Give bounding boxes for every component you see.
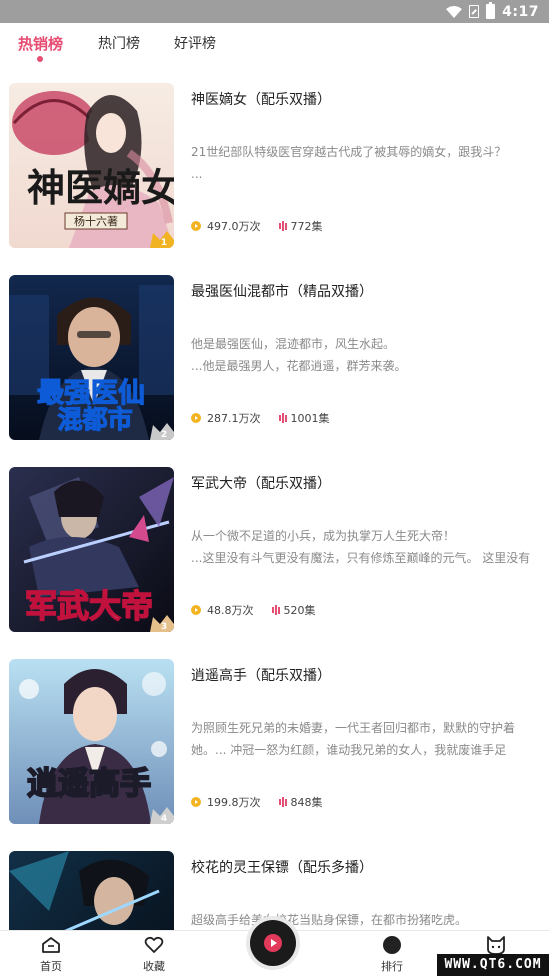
cover-art: 神医嫡女 杨十六著 1 (9, 83, 174, 248)
status-bar: 4:17 (0, 0, 549, 23)
book-title[interactable]: 最强医仙混都市（精品双播） (191, 281, 373, 301)
book-cover[interactable] (9, 851, 174, 930)
nav-ranking-label: 排行 (381, 960, 403, 973)
book-description: 他是最强医仙，混迹都市，风生水起。 ...他是最强男人，花都逍遥，群芳来袭。 (191, 333, 549, 377)
cover-art: 军武大帝 3 (9, 467, 174, 632)
nav-home[interactable]: 首页 (21, 935, 81, 974)
cover-title-text: 神医嫡女 (27, 165, 174, 210)
nav-favorites[interactable]: 收藏 (124, 935, 184, 974)
book-title[interactable]: 校花的灵王保镖（配乐多播） (191, 857, 373, 877)
nav-favorites-label: 收藏 (143, 960, 165, 973)
description-line: 从一个微不足道的小兵，成为执掌万人生死大帝！ (191, 529, 456, 543)
book-cover[interactable]: 军武大帝 3 (9, 467, 174, 632)
rank-badge: 1 (161, 238, 167, 248)
book-stats: 287.1万次 1001集 (191, 410, 330, 426)
nav-home-label: 首页 (40, 960, 62, 973)
list-item[interactable]: 神医嫡女 杨十六著 1 神医嫡女（配乐双播） 21世纪部队特级医官穿越古代成了被… (0, 73, 549, 253)
status-time: 4:17 (502, 3, 539, 20)
play-count-icon (191, 605, 201, 615)
list-item[interactable]: 军武大帝 3 军武大帝（配乐双播） 从一个微不足道的小兵，成为执掌万人生死大帝！… (0, 457, 549, 637)
compass-icon (383, 936, 401, 954)
episodes-icon (271, 605, 280, 615)
book-stats: 48.8万次 520集 (191, 602, 316, 618)
play-count-icon (191, 221, 201, 231)
play-count-icon (191, 413, 201, 423)
cover-art (9, 851, 174, 930)
play-count: 287.1万次 (207, 412, 261, 425)
episodes-icon (278, 221, 287, 231)
description-line: 为照顾生死兄弟的未婚妻，一代王者回归都市，默默的守护着 (191, 721, 516, 735)
play-count: 497.0万次 (207, 220, 261, 233)
book-description: 21世纪部队特级医官穿越古代成了被其辱的嫡女，跟我斗？ ... (191, 141, 549, 185)
ranking-list: 神医嫡女 杨十六著 1 神医嫡女（配乐双播） 21世纪部队特级医官穿越古代成了被… (0, 73, 549, 930)
rank-badge: 2 (161, 430, 167, 440)
cat-face-icon (487, 936, 505, 955)
book-stats: 497.0万次 772集 (191, 218, 323, 234)
cover-title-text: 逍遥高手 (27, 766, 151, 802)
episodes-icon (278, 413, 287, 423)
cover-author-text: 杨十六著 (74, 214, 118, 228)
play-count: 199.8万次 (207, 796, 261, 809)
tab-top-rated[interactable]: 好评榜 (174, 33, 216, 53)
description-line: 21世纪部队特级医官穿越古代成了被其辱的嫡女，跟我斗？ (191, 145, 507, 159)
no-sim-icon (469, 5, 480, 18)
book-title[interactable]: 军武大帝（配乐双播） (191, 473, 331, 493)
book-title[interactable]: 逍遥高手（配乐双播） (191, 665, 331, 685)
cover-title-text: 军武大帝 (25, 587, 153, 625)
book-title[interactable]: 神医嫡女（配乐双播） (191, 89, 331, 109)
now-playing-button[interactable] (246, 916, 300, 970)
rank-badge: 4 (161, 814, 167, 824)
home-icon (42, 937, 60, 953)
cover-title-text: 混都市 (57, 405, 132, 434)
book-cover[interactable]: 逍遥高手 4 (9, 659, 174, 824)
status-icons: 4:17 (446, 0, 539, 23)
list-item[interactable]: 逍遥高手 4 逍遥高手（配乐双播） 为照顾生死兄弟的未婚妻，一代王者回归都市，默… (0, 649, 549, 829)
book-description: 超级高手给美女校花当贴身保镖，在都市扮猪吃虎。 (191, 909, 549, 930)
episode-count: 520集 (283, 604, 316, 617)
play-count: 48.8万次 (207, 604, 254, 617)
battery-icon (486, 2, 496, 19)
book-description: 为照顾生死兄弟的未婚妻，一代王者回归都市，默默的守护着 她。... 冲冠一怒为红… (191, 717, 549, 761)
book-cover[interactable]: 最强医仙 混都市 2 (9, 275, 174, 440)
episode-count: 772集 (290, 220, 323, 233)
cover-art: 逍遥高手 4 (9, 659, 174, 824)
cover-art: 最强医仙 混都市 2 (9, 275, 174, 440)
book-description: 从一个微不足道的小兵，成为执掌万人生死大帝！ ...这里没有斗气更没有魔法，只有… (191, 525, 549, 569)
wifi-icon (446, 5, 463, 18)
ranking-tabs: 热销榜 热门榜 好评榜 (0, 23, 549, 73)
record-disc-icon (250, 920, 296, 966)
episode-count: 848集 (290, 796, 323, 809)
nav-ranking[interactable]: 排行 (362, 935, 422, 974)
description-line: ...这里没有斗气更没有魔法，只有修炼至巅峰的元气。 这里没有 (191, 551, 531, 565)
description-line: ...他是最强男人，花都逍遥，群芳来袭。 (191, 359, 407, 373)
heart-icon (144, 936, 164, 953)
rank-badge: 3 (161, 622, 167, 632)
play-icon (264, 934, 282, 952)
episodes-icon (278, 797, 287, 807)
tab-best-selling[interactable]: 热销榜 (18, 33, 63, 54)
list-item[interactable]: 最强医仙 混都市 2 最强医仙混都市（精品双播） 他是最强医仙，混迹都市，风生水… (0, 265, 549, 445)
book-stats: 199.8万次 848集 (191, 794, 323, 810)
description-line: ... (191, 167, 203, 181)
description-line: 她。... 冲冠一怒为红颜，谁动我兄弟的女人，我就废谁手足 (191, 743, 507, 757)
episode-count: 1001集 (290, 412, 330, 425)
description-line: 他是最强医仙，混迹都市，风生水起。 (191, 337, 396, 351)
description-line: 超级高手给美女校花当贴身保镖，在都市扮猪吃虎。 (191, 913, 468, 927)
watermark: WWW.QT6.COM (437, 954, 549, 976)
play-count-icon (191, 797, 201, 807)
book-cover[interactable]: 神医嫡女 杨十六著 1 (9, 83, 174, 248)
tab-popular[interactable]: 热门榜 (98, 33, 140, 53)
active-tab-indicator (37, 56, 43, 62)
